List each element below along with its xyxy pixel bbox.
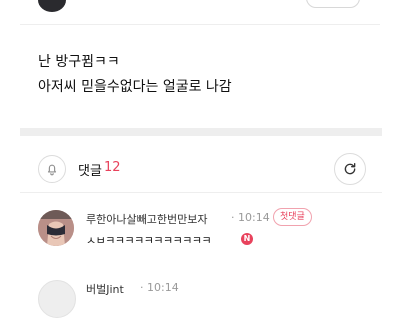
follow-button[interactable] xyxy=(306,0,360,8)
refresh-button[interactable] xyxy=(334,153,366,185)
first-comment-badge: 첫댓글 xyxy=(273,208,312,226)
post-text-line: 난 방구뀜ㅋㅋ xyxy=(38,54,120,70)
section-divider xyxy=(20,128,382,136)
comments-header: 댓글 12 xyxy=(20,151,382,187)
new-badge: N xyxy=(241,233,253,245)
comment-time: · 10:14 xyxy=(231,211,270,224)
comments-title: 댓글 xyxy=(78,164,102,179)
comment-text: ㅅㅂㅋㅋㅋㅋㅋㅋㅋㅋㅋㅋㅋ xyxy=(86,234,212,247)
avatar[interactable] xyxy=(38,280,76,318)
divider xyxy=(20,24,380,25)
avatar-image xyxy=(38,210,74,246)
author-avatar[interactable] xyxy=(38,0,66,12)
comment-author[interactable]: 루한아나살빼고한번만보자 xyxy=(86,211,207,227)
post-text-line: 아저씨 믿을수없다는 얼굴로 나감 xyxy=(38,79,232,95)
comment-notify-button[interactable] xyxy=(38,155,66,183)
comment-time: · 10:14 xyxy=(140,281,179,294)
comment-author[interactable]: 버벌Jint xyxy=(86,281,124,297)
post-header-cutoff xyxy=(0,0,400,14)
post-content: 난 방구뀜ㅋㅋ 아저씨 믿을수없다는 얼굴로 나감 xyxy=(38,50,378,100)
bell-icon xyxy=(47,164,57,176)
refresh-icon xyxy=(344,163,356,175)
divider xyxy=(20,192,382,193)
comments-count: 12 xyxy=(104,160,121,175)
avatar[interactable] xyxy=(38,210,74,246)
